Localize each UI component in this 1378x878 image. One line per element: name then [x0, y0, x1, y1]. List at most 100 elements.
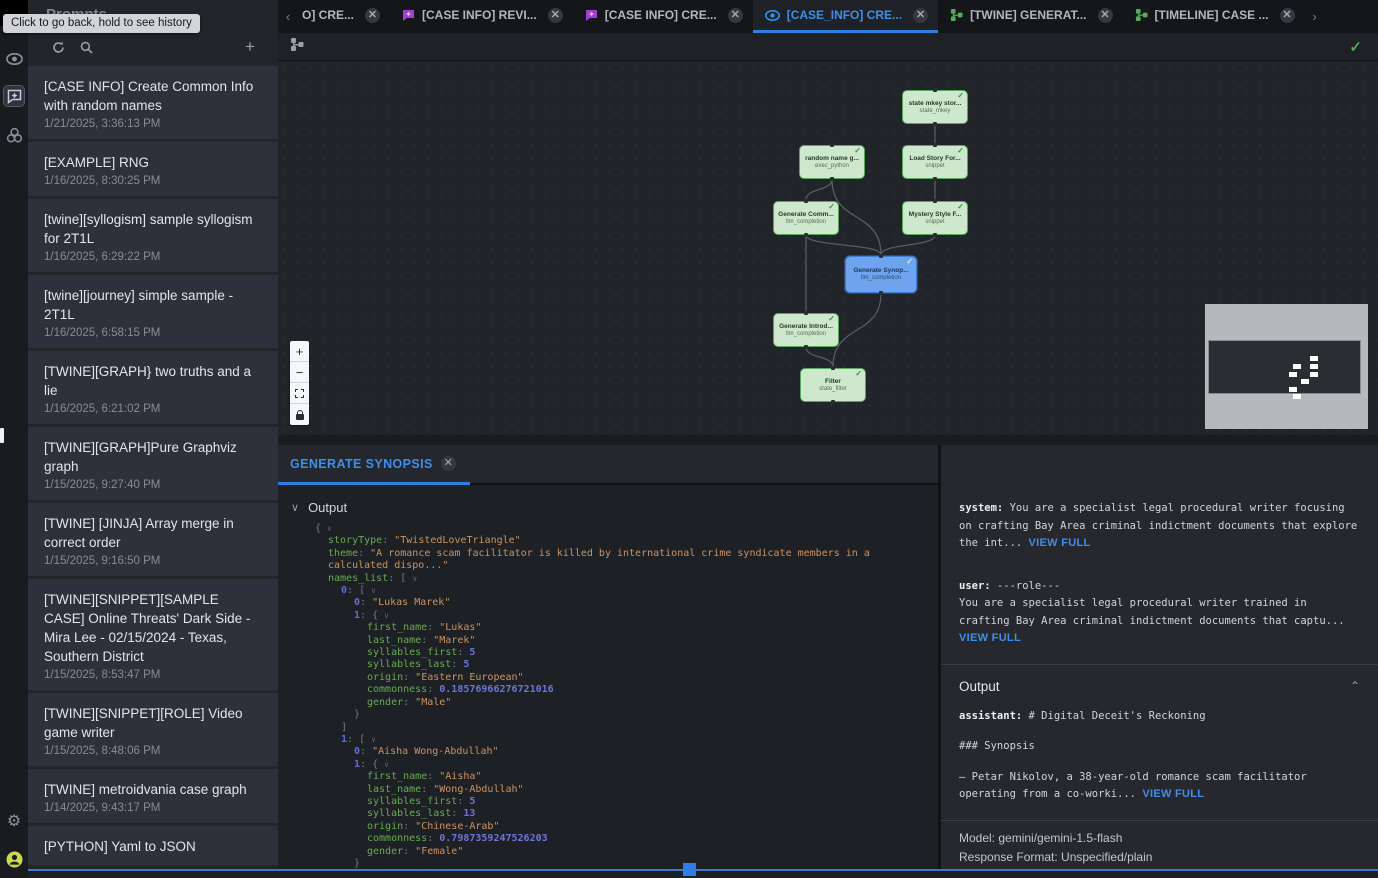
- json-token: :: [457, 647, 469, 658]
- bottom-resize-handle[interactable]: [683, 863, 696, 876]
- editor-tab[interactable]: [CASE_INFO] CRE...✕: [753, 0, 938, 33]
- prompt-list-item[interactable]: [TWINE] [JINJA] Array merge in correct o…: [28, 503, 278, 576]
- graph-node[interactable]: ✓Mystery Style F...snippet: [902, 201, 968, 235]
- search-icon[interactable]: [76, 37, 96, 57]
- json-token: storyType: [328, 535, 382, 546]
- prompt-list-item[interactable]: [TWINE] metroidvania case graph1/14/2025…: [28, 769, 278, 823]
- settings-gear-icon[interactable]: ⚙: [3, 810, 25, 832]
- json-token: last_name: [367, 784, 421, 795]
- json-token: :: [427, 833, 439, 844]
- json-token: :: [427, 771, 439, 782]
- graph-node[interactable]: ✓Generate Synop...llm_completion: [845, 256, 917, 293]
- prompt-list-item[interactable]: [TWINE][GRAPH]Pure Graphviz graph1/15/20…: [28, 427, 278, 500]
- inspector-output-collapse-icon[interactable]: ⌃: [1350, 679, 1360, 693]
- fold-chevron-icon[interactable]: ∨: [412, 574, 417, 583]
- node-input-port[interactable]: [933, 143, 937, 147]
- prompt-list-item[interactable]: [twine][syllogism] sample syllogism for …: [28, 199, 278, 272]
- node-input-port[interactable]: [933, 88, 937, 92]
- node-input-port[interactable]: [804, 311, 808, 315]
- workflow-rail-icon[interactable]: [3, 124, 25, 146]
- add-prompt-button[interactable]: +: [240, 37, 260, 57]
- synopsis-view-full-link[interactable]: VIEW FULL: [1142, 788, 1204, 800]
- prompt-timestamp: 1/16/2025, 6:21:02 PM: [44, 403, 262, 415]
- lock-button[interactable]: [290, 404, 309, 425]
- prompt-list-item[interactable]: [TWINE][SNIPPET][ROLE] Video game writer…: [28, 693, 278, 766]
- json-line: gender: "Female": [278, 846, 922, 858]
- json-token: "Wong-Abdullah": [433, 784, 523, 795]
- user-role-text: ---role---: [991, 580, 1061, 592]
- prompt-list-item[interactable]: [TWINE][SNIPPET][SAMPLE CASE] Online Thr…: [28, 579, 278, 690]
- graph-node[interactable]: ✓Generate Comm...llm_completion: [773, 201, 839, 235]
- synopsis-text: — Petar Nikolov, a 38-year-old romance s…: [959, 771, 1307, 801]
- node-success-check-icon: ✓: [855, 369, 862, 378]
- tab-label: O] CRE...: [302, 8, 354, 22]
- generate-synopsis-tab[interactable]: GENERATE SYNOPSIS ✕: [278, 445, 470, 485]
- node-output-port[interactable]: [933, 233, 937, 237]
- fold-chevron-icon[interactable]: ∨: [371, 586, 376, 595]
- fold-chevron-icon[interactable]: ∨: [384, 611, 389, 620]
- fit-view-button[interactable]: [290, 383, 309, 404]
- node-output-port[interactable]: [804, 345, 808, 349]
- fold-chevron-icon[interactable]: ∨: [327, 524, 332, 533]
- zoom-in-button[interactable]: +: [290, 341, 309, 362]
- node-input-port[interactable]: [830, 143, 834, 147]
- node-input-port[interactable]: [804, 199, 808, 203]
- close-tab-icon[interactable]: ✕: [728, 8, 743, 23]
- json-token: first_name: [367, 622, 427, 633]
- prompt-list-item[interactable]: [PYTHON] Yaml to JSON: [28, 826, 278, 865]
- node-output-port[interactable]: [933, 122, 937, 126]
- account-avatar-icon[interactable]: [3, 848, 25, 870]
- node-output-port[interactable]: [933, 177, 937, 181]
- graph-node[interactable]: ✓state mkey stor...state_mkey: [902, 90, 968, 124]
- user-text: You are a specialist legal procedural wr…: [959, 597, 1345, 627]
- json-token: "Marek": [433, 635, 475, 646]
- json-token: : [: [347, 585, 371, 596]
- node-title: Load Story For...: [903, 155, 967, 162]
- minimap-viewport[interactable]: [1208, 340, 1361, 394]
- node-input-port[interactable]: [879, 254, 883, 258]
- json-line: 0: [ ∨: [278, 585, 922, 597]
- fold-chevron-icon[interactable]: ∨: [384, 760, 389, 769]
- graph-node[interactable]: ✓random name g...exec_python: [799, 145, 865, 179]
- output-collapse-icon[interactable]: ∨: [291, 501, 299, 514]
- tabs-scroll-right-icon[interactable]: ›: [1305, 0, 1325, 33]
- node-output-port[interactable]: [879, 291, 883, 295]
- node-output-port[interactable]: [831, 400, 835, 404]
- close-tab-icon[interactable]: ✕: [548, 8, 563, 23]
- close-tab-icon[interactable]: ✕: [365, 8, 380, 23]
- close-tab-icon[interactable]: ✕: [1280, 8, 1295, 23]
- editor-tab[interactable]: [TIMELINE] CASE ...✕: [1123, 0, 1305, 33]
- prompt-list-item[interactable]: [CASE INFO] Create Common Info with rand…: [28, 66, 278, 139]
- editor-tab[interactable]: [CASE INFO] REVI...✕: [390, 0, 573, 33]
- graph-node[interactable]: ✓Generate Introd...llm_completion: [773, 313, 839, 347]
- tabs-scroll-left-icon[interactable]: ‹: [278, 0, 298, 33]
- graph-minimap[interactable]: [1205, 304, 1368, 429]
- close-output-tab-icon[interactable]: ✕: [441, 456, 456, 471]
- tab-bar: ‹ O] CRE...✕[CASE INFO] REVI...✕[CASE IN…: [278, 0, 1378, 33]
- node-input-port[interactable]: [933, 199, 937, 203]
- close-tab-icon[interactable]: ✕: [1098, 8, 1113, 23]
- prompt-list-item[interactable]: [EXAMPLE] RNG1/16/2025, 8:30:25 PM: [28, 142, 278, 196]
- json-token: syllables_last: [367, 808, 451, 819]
- eye-icon[interactable]: [3, 48, 25, 70]
- editor-tab[interactable]: [CASE INFO] CRE...✕: [573, 0, 753, 33]
- graph-canvas[interactable]: + − ✓state mkey stor...state_mkey ✓random…: [278, 61, 1378, 435]
- fold-chevron-icon[interactable]: ∨: [371, 735, 376, 744]
- prompt-list-item[interactable]: [TWINE][GRAPH} two truths and a lie1/16/…: [28, 351, 278, 424]
- node-output-port[interactable]: [804, 233, 808, 237]
- node-output-port[interactable]: [830, 177, 834, 181]
- prompts-icon[interactable]: [3, 85, 25, 107]
- panel-resize-handle[interactable]: [0, 428, 4, 443]
- prompt-title: [TWINE][SNIPPET][ROLE] Video game writer: [44, 704, 262, 742]
- refresh-icon[interactable]: [48, 37, 68, 57]
- graph-node[interactable]: ✓Filterstate_filter: [800, 368, 866, 402]
- editor-tab[interactable]: O] CRE... ✕: [298, 0, 390, 33]
- prompt-list-item[interactable]: [twine][journey] simple sample - 2T1L1/1…: [28, 275, 278, 348]
- close-tab-icon[interactable]: ✕: [913, 8, 928, 23]
- graph-node[interactable]: ✓Load Story For...snippet: [902, 145, 968, 179]
- user-view-full-link[interactable]: VIEW FULL: [959, 632, 1021, 644]
- zoom-out-button[interactable]: −: [290, 362, 309, 383]
- editor-tab[interactable]: [TWINE] GENERAT...✕: [938, 0, 1122, 33]
- system-view-full-link[interactable]: VIEW FULL: [1029, 537, 1091, 549]
- node-input-port[interactable]: [831, 366, 835, 370]
